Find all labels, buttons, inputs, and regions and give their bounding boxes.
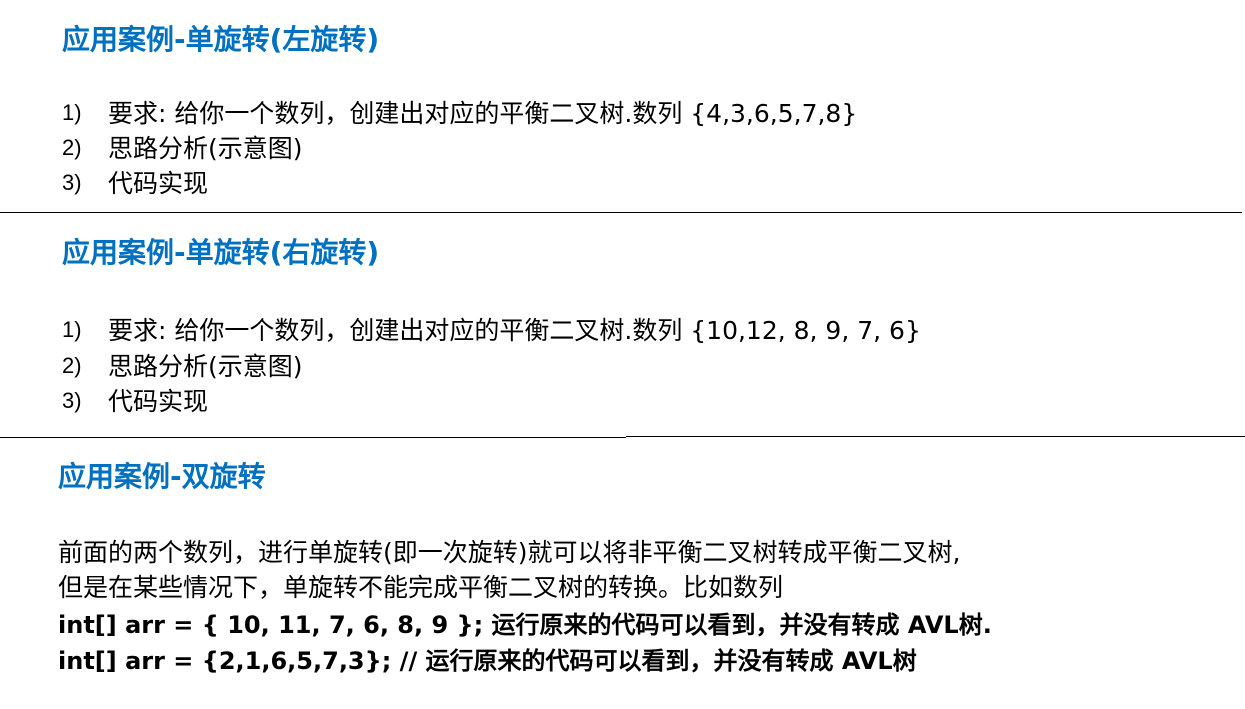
list-item-text: 要求: 给你一个数列，创建出对应的平衡二叉树.数列 {10,12, 8, 9, … (108, 315, 921, 345)
list-item: 2) 思路分析(示意图) (62, 349, 303, 383)
section-divider (0, 437, 626, 438)
section-title-right-rotation: 应用案例-单旋转(右旋转) (62, 236, 380, 269)
list-item: 1) 要求: 给你一个数列，创建出对应的平衡二叉树.数列 {10,12, 8, … (62, 313, 921, 347)
section-title-left-rotation: 应用案例-单旋转(左旋转) (62, 23, 380, 56)
list-item-text: 代码实现 (108, 168, 209, 198)
list-item: 1) 要求: 给你一个数列，创建出对应的平衡二叉树.数列 {4,3,6,5,7,… (62, 96, 857, 130)
section-title-double-rotation: 应用案例-双旋转 (58, 460, 266, 493)
list-item-number: 2) (62, 135, 82, 160)
list-item: 3) 代码实现 (62, 384, 208, 418)
list-item-number: 3) (62, 388, 82, 413)
list-item-text: 思路分析(示意图) (108, 351, 303, 381)
section-divider (0, 212, 1242, 213)
list-item-number: 2) (62, 353, 82, 378)
list-item-number: 1) (62, 100, 82, 125)
list-item-text: 代码实现 (108, 386, 209, 416)
code-line: int[] arr = {2,1,6,5,7,3}; // 运行原来的代码可以看… (58, 647, 917, 675)
list-item-number: 3) (62, 170, 82, 195)
section-divider (626, 436, 1245, 437)
paragraph-line: 但是在某些情况下，单旋转不能完成平衡二叉树的转换。比如数列 (58, 573, 784, 602)
code-line: int[] arr = { 10, 11, 7, 6, 8, 9 }; 运行原来… (58, 611, 992, 639)
list-item-text: 要求: 给你一个数列，创建出对应的平衡二叉树.数列 {4,3,6,5,7,8} (108, 98, 858, 128)
list-item: 3) 代码实现 (62, 166, 208, 200)
list-item: 2) 思路分析(示意图) (62, 131, 303, 165)
list-item-text: 思路分析(示意图) (108, 133, 303, 163)
list-item-number: 1) (62, 317, 82, 342)
paragraph-line: 前面的两个数列，进行单旋转(即一次旋转)就可以将非平衡二叉树转成平衡二叉树, (58, 538, 961, 567)
